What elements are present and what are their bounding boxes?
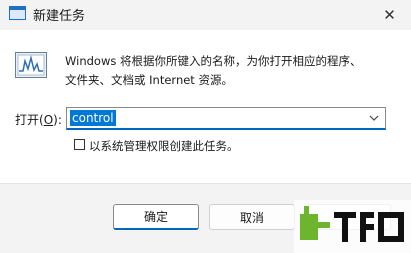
chevron-down-icon[interactable] (367, 111, 381, 125)
open-label-prefix: 打开( (15, 113, 44, 127)
dialog-body: Windows 将根据你所键入的名称，为你打开相应的程序、 文件夹、文档或 In… (0, 30, 411, 183)
admin-checkbox-label[interactable]: 以系统管理权限创建此任务。 (89, 138, 239, 154)
close-button[interactable]: ✕ (368, 0, 411, 30)
ok-button-label: 确定 (143, 210, 168, 224)
open-label-suffix: ): (53, 113, 62, 127)
watermark-logo (294, 200, 411, 253)
cancel-button[interactable]: 取消 (209, 204, 295, 230)
window-title: 新建任务 (33, 9, 86, 24)
new-task-dialog: 新建任务 ✕ Windows 将根据你所键入的名称，为你打开相应的程序、 文件夹… (0, 0, 411, 253)
monitor-graph-icon (15, 52, 47, 78)
open-label-accelerator: O (43, 113, 54, 127)
instructions-line-2: 文件夹、文档或 Internet 资源。 (65, 73, 233, 87)
instructions-line-1: Windows 将根据你所键入的名称，为你打开相应的程序、 (65, 54, 362, 68)
open-combobox[interactable]: control (66, 107, 386, 130)
instructions-text: Windows 将根据你所键入的名称，为你打开相应的程序、 文件夹、文档或 In… (65, 52, 395, 90)
task-window-icon (9, 6, 26, 20)
cancel-button-label: 取消 (239, 210, 264, 225)
ok-button[interactable]: 确定 (113, 204, 199, 230)
close-icon: ✕ (383, 6, 396, 24)
admin-checkbox[interactable] (74, 139, 85, 150)
open-input-value[interactable]: control (70, 110, 116, 126)
title-bar: 新建任务 ✕ (0, 0, 411, 30)
open-label: 打开(O): (15, 111, 62, 128)
